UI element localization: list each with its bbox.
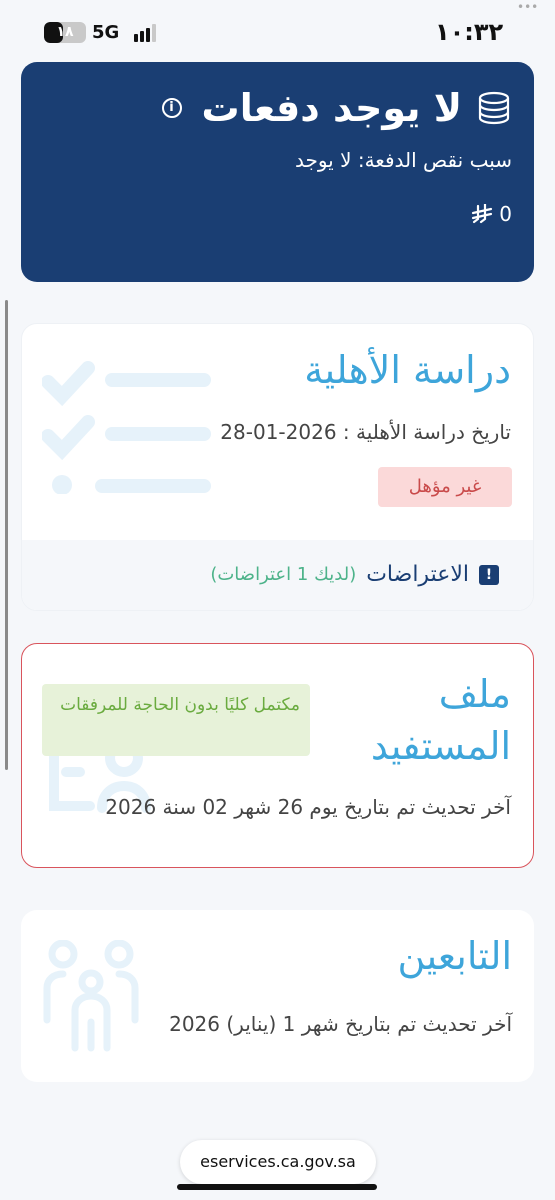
checklist-icon [42,361,211,494]
objections-link[interactable]: ! الاعتراضات (لديك 1 اعتراضات) [210,562,499,587]
profile-status-badge: مكتمل كليًا بدون الحاجة للمرفقات [42,684,310,756]
dependents-last-updated: آخر تحديث تم بتاريخ شهر 1 (يناير) 2026 [169,1012,512,1036]
eligibility-title: دراسة الأهلية [304,348,511,392]
alert-message-icon: ! [479,564,499,585]
signal-icon [134,24,158,42]
objections-label: الاعتراضات [366,562,469,587]
more-dots-icon: ••• [517,0,539,14]
payments-title-row: لا يوجد دفعات i [161,86,512,130]
family-icon [43,940,139,1052]
coins-icon [478,91,510,125]
amount-value: 0 [499,202,512,226]
battery-icon: ١٨ [44,22,86,43]
status-bar: ١٨ 5G ١٠:٣٢ ••• [0,0,555,62]
dependents-card[interactable]: التابعين آخر تحديث تم بتاريخ شهر 1 (يناي… [21,910,534,1082]
profile-last-updated: آخر تحديث تم بتاريخ يوم 26 شهر 02 سنة 20… [105,795,511,819]
info-icon[interactable]: i [161,98,182,118]
objections-row[interactable]: ! الاعتراضات (لديك 1 اعتراضات) [22,540,533,610]
eligibility-status-badge: غير مؤهل [378,467,512,507]
beneficiary-profile-card[interactable]: ملف المستفيد مكتمل كليًا بدون الحاجة للم… [21,643,534,868]
payments-title: لا يوجد دفعات [201,86,462,130]
payment-amount: 0 [471,202,512,226]
address-bar[interactable]: eservices.ca.gov.sa [180,1140,376,1184]
clock: ١٠:٣٢ [435,18,504,46]
battery-level: ١٨ [56,24,74,40]
payments-card[interactable]: لا يوجد دفعات i سبب نقص الدفعة: لا يوجد … [21,62,534,282]
objections-count: (لديك 1 اعتراضات) [210,564,357,585]
profile-title: ملف المستفيد [370,672,511,768]
scrollbar[interactable] [5,300,8,770]
eligibility-card[interactable]: دراسة الأهلية تاريخ دراسة الأهلية : 2026… [21,323,534,611]
network-type: 5G [92,22,120,43]
home-indicator[interactable] [177,1184,377,1190]
riyal-icon [472,204,493,224]
eligibility-date: تاريخ دراسة الأهلية : 2026-01-28 [220,420,511,444]
dependents-title: التابعين [397,934,512,978]
payment-shortfall-reason: سبب نقص الدفعة: لا يوجد [294,148,512,172]
